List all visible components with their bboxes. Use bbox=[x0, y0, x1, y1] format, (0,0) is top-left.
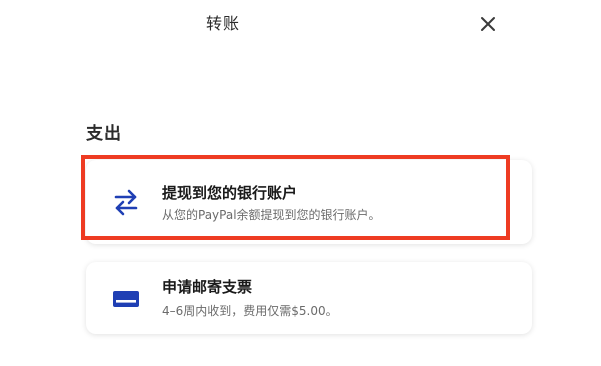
request-check-option[interactable]: 申请邮寄支票 4–6周内收到，费用仅需$5.00。 bbox=[86, 262, 532, 334]
transfer-arrows-icon bbox=[111, 187, 141, 217]
dialog-title: 转账 bbox=[205, 14, 240, 33]
check-card-icon bbox=[111, 284, 141, 314]
withdraw-to-bank-option[interactable]: 提现到您的银行账户 从您的PayPal余额提现到您的银行账户。 bbox=[86, 160, 532, 244]
check-option-title: 申请邮寄支票 bbox=[162, 278, 253, 296]
close-button[interactable] bbox=[477, 13, 499, 35]
section-title-outgoing: 支出 bbox=[86, 124, 122, 144]
check-option-subtitle: 4–6周内收到，费用仅需$5.00。 bbox=[162, 304, 338, 318]
withdraw-option-title: 提现到您的银行账户 bbox=[162, 184, 298, 202]
transfer-dialog: 转账 支出 提现到您的银行账户 从您的PayPal余额提现到您的银行账户。 申请… bbox=[0, 0, 601, 366]
withdraw-option-subtitle: 从您的PayPal余额提现到您的银行账户。 bbox=[162, 208, 381, 222]
close-icon bbox=[481, 17, 495, 31]
